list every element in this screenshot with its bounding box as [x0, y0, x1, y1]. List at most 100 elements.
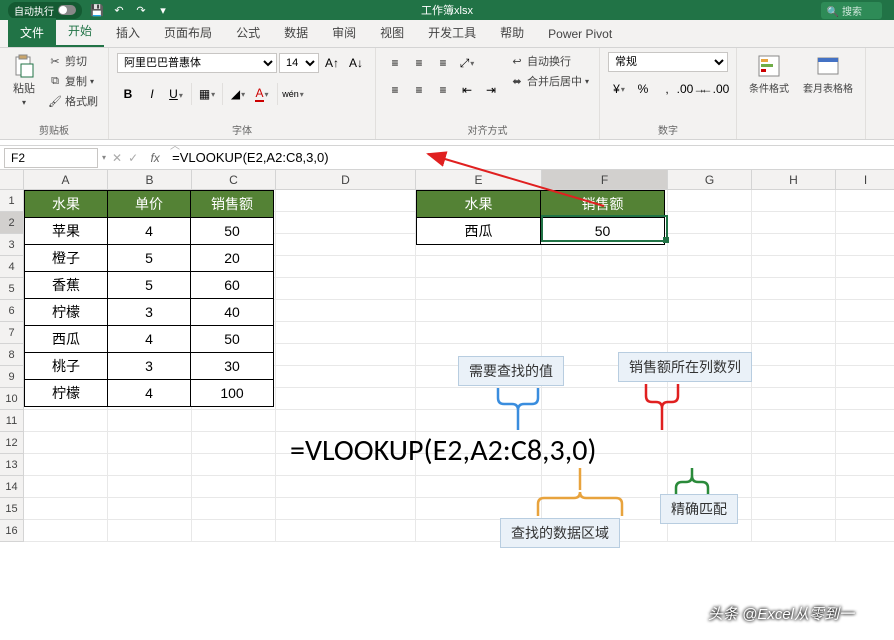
- font-name-select[interactable]: 阿里巴巴普惠体: [117, 53, 277, 73]
- cell[interactable]: [752, 234, 836, 256]
- cell[interactable]: [416, 300, 542, 322]
- cell[interactable]: [752, 388, 836, 410]
- row-11[interactable]: 11: [0, 410, 24, 432]
- tab-layout[interactable]: 页面布局: [152, 18, 224, 47]
- col-I[interactable]: I: [836, 170, 894, 190]
- cell[interactable]: [836, 454, 894, 476]
- cell[interactable]: [752, 454, 836, 476]
- cell[interactable]: [752, 344, 836, 366]
- cell[interactable]: [836, 322, 894, 344]
- fx-icon[interactable]: fx: [144, 151, 166, 165]
- font-color-button[interactable]: A: [251, 83, 273, 105]
- cell[interactable]: [836, 256, 894, 278]
- cell[interactable]: [108, 432, 192, 454]
- cell[interactable]: [276, 300, 416, 322]
- col-G[interactable]: G: [668, 170, 752, 190]
- cell[interactable]: [836, 344, 894, 366]
- cell[interactable]: [24, 432, 108, 454]
- cell[interactable]: [752, 300, 836, 322]
- cell[interactable]: [192, 432, 276, 454]
- row-13[interactable]: 13: [0, 454, 24, 476]
- qat-more-icon[interactable]: ▾: [156, 3, 170, 17]
- cell[interactable]: [836, 476, 894, 498]
- tab-developer[interactable]: 开发工具: [416, 18, 488, 47]
- tab-view[interactable]: 视图: [368, 18, 416, 47]
- cell[interactable]: [836, 388, 894, 410]
- cell[interactable]: [836, 300, 894, 322]
- cell[interactable]: [416, 476, 542, 498]
- decrease-font-button[interactable]: A↓: [345, 52, 367, 74]
- cell[interactable]: [668, 190, 752, 212]
- cell[interactable]: [542, 256, 668, 278]
- cell[interactable]: [276, 344, 416, 366]
- cancel-icon[interactable]: ✕: [112, 151, 122, 165]
- cell[interactable]: [752, 256, 836, 278]
- cell[interactable]: [836, 212, 894, 234]
- align-top-button[interactable]: ≡: [384, 52, 406, 74]
- cell[interactable]: [836, 190, 894, 212]
- cell[interactable]: [192, 498, 276, 520]
- cell[interactable]: [752, 190, 836, 212]
- align-middle-button[interactable]: ≡: [408, 52, 430, 74]
- cell[interactable]: [668, 432, 752, 454]
- search-box[interactable]: 🔍 搜索: [821, 2, 882, 19]
- cell[interactable]: [668, 278, 752, 300]
- cell[interactable]: [192, 476, 276, 498]
- copy-button[interactable]: ⧉复制▾: [46, 72, 100, 90]
- cell[interactable]: [276, 190, 416, 212]
- paste-button[interactable]: 粘贴 ▾: [8, 52, 40, 109]
- cell[interactable]: [416, 498, 542, 520]
- cell[interactable]: [836, 234, 894, 256]
- cell[interactable]: [752, 278, 836, 300]
- cell[interactable]: [836, 410, 894, 432]
- cell[interactable]: [276, 498, 416, 520]
- italic-button[interactable]: I: [141, 83, 163, 105]
- cell[interactable]: [108, 410, 192, 432]
- cell[interactable]: [668, 212, 752, 234]
- cell[interactable]: [752, 520, 836, 542]
- tab-powerpivot[interactable]: Power Pivot: [536, 21, 624, 47]
- cell[interactable]: [836, 520, 894, 542]
- redo-icon[interactable]: ↷: [134, 3, 148, 17]
- cell[interactable]: [24, 498, 108, 520]
- accounting-format-button[interactable]: ¥: [608, 78, 630, 100]
- bold-button[interactable]: B: [117, 83, 139, 105]
- cell[interactable]: [668, 234, 752, 256]
- col-A[interactable]: A: [24, 170, 108, 190]
- row-6[interactable]: 6: [0, 300, 24, 322]
- cell[interactable]: [276, 520, 416, 542]
- cell[interactable]: [752, 498, 836, 520]
- cell[interactable]: [108, 498, 192, 520]
- cell[interactable]: [668, 322, 752, 344]
- align-left-button[interactable]: ≡: [384, 79, 406, 101]
- comma-button[interactable]: ,: [656, 78, 678, 100]
- cell[interactable]: [276, 366, 416, 388]
- cell[interactable]: [836, 366, 894, 388]
- cell[interactable]: [24, 454, 108, 476]
- cell[interactable]: [416, 278, 542, 300]
- format-painter-button[interactable]: 🖌格式刷: [46, 92, 100, 110]
- cell[interactable]: [108, 454, 192, 476]
- row-16[interactable]: 16: [0, 520, 24, 542]
- align-bottom-button[interactable]: ≡: [432, 52, 454, 74]
- cell[interactable]: [276, 388, 416, 410]
- undo-icon[interactable]: ↶: [112, 3, 126, 17]
- save-icon[interactable]: 💾: [90, 3, 104, 17]
- font-size-select[interactable]: 14: [279, 53, 319, 73]
- cell[interactable]: [108, 476, 192, 498]
- conditional-format-button[interactable]: 条件格式: [745, 52, 793, 97]
- cell[interactable]: [542, 322, 668, 344]
- row-5[interactable]: 5: [0, 278, 24, 300]
- tab-review[interactable]: 审阅: [320, 18, 368, 47]
- format-table-button[interactable]: 套月表格格: [799, 52, 857, 97]
- increase-font-button[interactable]: A↑: [321, 52, 343, 74]
- orientation-button[interactable]: ⤢: [456, 52, 478, 74]
- row-12[interactable]: 12: [0, 432, 24, 454]
- border-button[interactable]: ▦: [196, 83, 218, 105]
- tab-insert[interactable]: 插入: [104, 18, 152, 47]
- select-all-corner[interactable]: [0, 170, 24, 190]
- row-2[interactable]: 2: [0, 212, 24, 234]
- cell[interactable]: [752, 410, 836, 432]
- decrease-indent-button[interactable]: ⇤: [456, 79, 478, 101]
- cell[interactable]: [836, 432, 894, 454]
